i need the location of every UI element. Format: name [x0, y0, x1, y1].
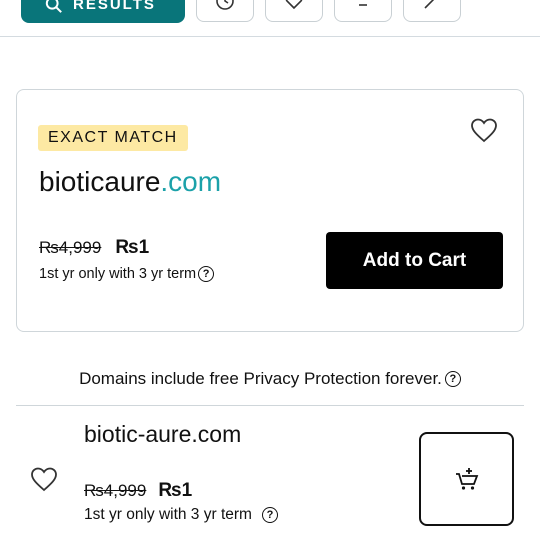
history-button[interactable] — [196, 0, 254, 22]
result-term-note: 1st yr only with 3 yr term ? — [84, 506, 278, 524]
result-price-row: ₨4,999 ₨1 — [84, 480, 192, 502]
help-icon[interactable]: ? — [261, 507, 278, 523]
price-row: ₨4,999 ₨1 — [39, 237, 149, 259]
sale-price: ₨1 — [115, 237, 150, 258]
collapse-button[interactable] — [334, 0, 392, 22]
search-icon — [45, 0, 62, 13]
term-text: 1st yr only with 3 yr term — [39, 266, 197, 282]
cart-plus-icon — [455, 468, 478, 490]
results-label: RESULTS — [73, 0, 156, 13]
sale-price: ₨1 — [158, 480, 193, 501]
clock-icon — [216, 0, 234, 10]
exact-match-domain: bioticaure.com — [39, 166, 221, 198]
result-domain[interactable]: biotic-aure.com — [84, 421, 241, 448]
term-text: 1st yr only with 3 yr term — [84, 506, 252, 523]
privacy-text: Domains include free Privacy Protection … — [79, 369, 442, 388]
exact-match-card: EXACT MATCH bioticaure.com ₨4,999 ₨1 1st… — [16, 89, 524, 332]
heart-icon[interactable] — [30, 466, 58, 492]
minus-icon — [359, 4, 367, 6]
heart-icon[interactable] — [470, 117, 498, 143]
domain-tld: .com — [160, 166, 222, 197]
domain-name: bioticaure — [39, 166, 161, 197]
add-to-cart-button[interactable]: Add to Cart — [326, 232, 503, 289]
toolbar: RESULTS — [0, 0, 540, 37]
generator-button[interactable] — [403, 0, 461, 22]
sparkle-wand-icon — [424, 0, 435, 9]
privacy-note: Domains include free Privacy Protection … — [0, 369, 540, 389]
term-note: 1st yr only with 3 yr term ? — [39, 266, 215, 282]
add-to-cart-button[interactable] — [419, 432, 514, 526]
help-icon[interactable]: ? — [198, 266, 215, 282]
help-icon[interactable]: ? — [444, 371, 461, 387]
original-price: ₨4,999 — [39, 238, 102, 257]
results-button[interactable]: RESULTS — [21, 0, 185, 23]
heart-icon — [285, 0, 303, 10]
original-price: ₨4,999 — [84, 481, 147, 500]
divider — [16, 405, 524, 406]
exact-match-badge: EXACT MATCH — [38, 125, 188, 151]
favorites-button[interactable] — [265, 0, 323, 22]
